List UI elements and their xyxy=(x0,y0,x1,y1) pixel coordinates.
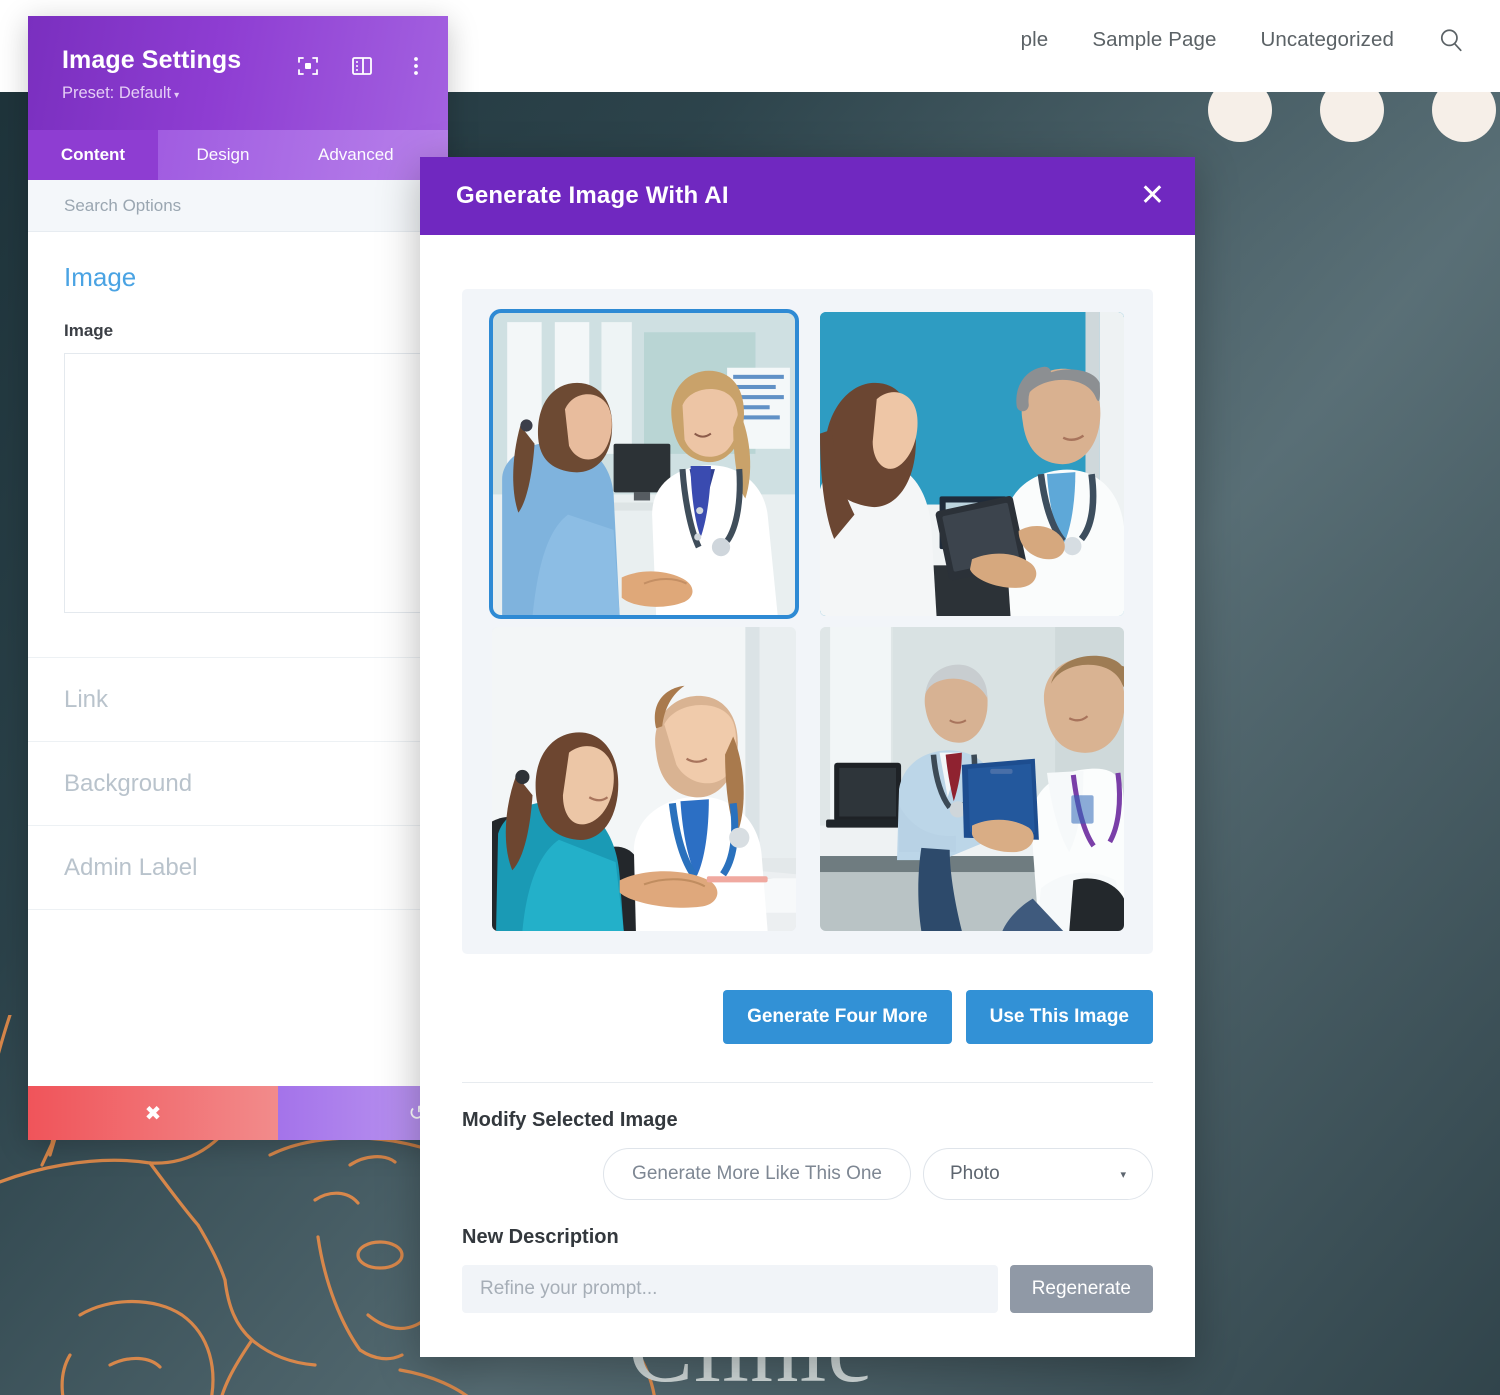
section-admin-label[interactable]: Admin Label xyxy=(28,825,448,909)
ai-image-4[interactable] xyxy=(819,627,1124,931)
nav-item-uncategorized[interactable]: Uncategorized xyxy=(1261,28,1395,52)
ai-image-1[interactable] xyxy=(488,309,799,619)
tab-advanced[interactable]: Advanced xyxy=(288,130,424,180)
image-settings-panel: Image Settings Preset: Default ▾ Content… xyxy=(28,16,448,1140)
settings-header-icon-group xyxy=(296,54,428,78)
nav-item-sample-page[interactable]: Sample Page xyxy=(1092,28,1216,52)
section-background[interactable]: Background xyxy=(28,741,448,825)
new-description-label: New Description xyxy=(462,1226,619,1248)
tab-content[interactable]: Content xyxy=(28,130,158,180)
site-nav: ple Sample Page Uncategorized xyxy=(1021,27,1464,53)
use-this-image-button[interactable]: Use This Image xyxy=(965,990,1153,1044)
ai-modal-header: Generate Image With AI ✕ xyxy=(420,157,1195,235)
image-style-select[interactable]: Photo ▾ xyxy=(923,1148,1153,1200)
settings-panel-footer: ✖ ↺ xyxy=(28,1086,448,1140)
close-icon[interactable]: ✕ xyxy=(1140,181,1165,211)
image-style-value: Photo xyxy=(950,1163,1000,1184)
new-description-row: Regenerate xyxy=(462,1265,1153,1313)
nav-item-sample-partial[interactable]: ple xyxy=(1021,28,1049,52)
more-options-icon[interactable] xyxy=(404,54,428,78)
section-divider xyxy=(462,1082,1153,1083)
search-options-bar[interactable] xyxy=(28,180,448,232)
settings-tabs: Content Design Advanced xyxy=(28,130,448,180)
generate-image-with-ai-modal: Generate Image With AI ✕ Generate Four M… xyxy=(420,157,1195,1357)
modify-selected-image-label: Modify Selected Image xyxy=(462,1109,678,1131)
generate-more-like-this-one-button[interactable]: Generate More Like This One xyxy=(603,1148,911,1200)
regenerate-button[interactable]: Regenerate xyxy=(1009,1265,1153,1313)
search-icon[interactable] xyxy=(1438,27,1464,53)
ai-image-2[interactable] xyxy=(819,312,1124,616)
ai-action-buttons: Generate Four More Use This Image xyxy=(462,990,1153,1044)
ai-modal-body: Generate Four More Use This Image Modify… xyxy=(420,235,1195,1357)
generate-four-more-button[interactable]: Generate Four More xyxy=(723,990,952,1044)
ai-image-results-grid xyxy=(462,289,1153,954)
preset-selector[interactable]: Preset: Default ▾ xyxy=(62,84,422,103)
modify-controls-row: Generate More Like This One Photo ▾ xyxy=(462,1148,1153,1200)
chevron-down-icon: ▾ xyxy=(174,90,180,101)
search-input[interactable] xyxy=(64,195,410,216)
chevron-down-icon: ▾ xyxy=(1120,1168,1126,1181)
settings-panel-body: Image Image Link Background Admin Label xyxy=(28,232,448,1086)
group-title-image: Image xyxy=(64,262,137,292)
preset-label: Preset: Default xyxy=(62,84,172,102)
panel-layout-icon[interactable] xyxy=(350,54,374,78)
image-upload-dropzone[interactable] xyxy=(64,353,448,613)
screen: i Health Clinic ple Sample Page Uncatego… xyxy=(0,0,1500,1395)
new-description-input[interactable] xyxy=(462,1265,998,1313)
cancel-button[interactable]: ✖ xyxy=(28,1086,278,1140)
ai-modal-title: Generate Image With AI xyxy=(456,182,729,209)
ai-image-3[interactable] xyxy=(491,627,796,931)
section-link[interactable]: Link xyxy=(28,657,448,741)
focus-frame-icon[interactable] xyxy=(296,54,320,78)
field-label-image: Image xyxy=(64,321,114,340)
settings-panel-header: Image Settings Preset: Default ▾ xyxy=(28,16,448,130)
tab-design[interactable]: Design xyxy=(158,130,288,180)
sections-end-divider xyxy=(28,909,448,910)
